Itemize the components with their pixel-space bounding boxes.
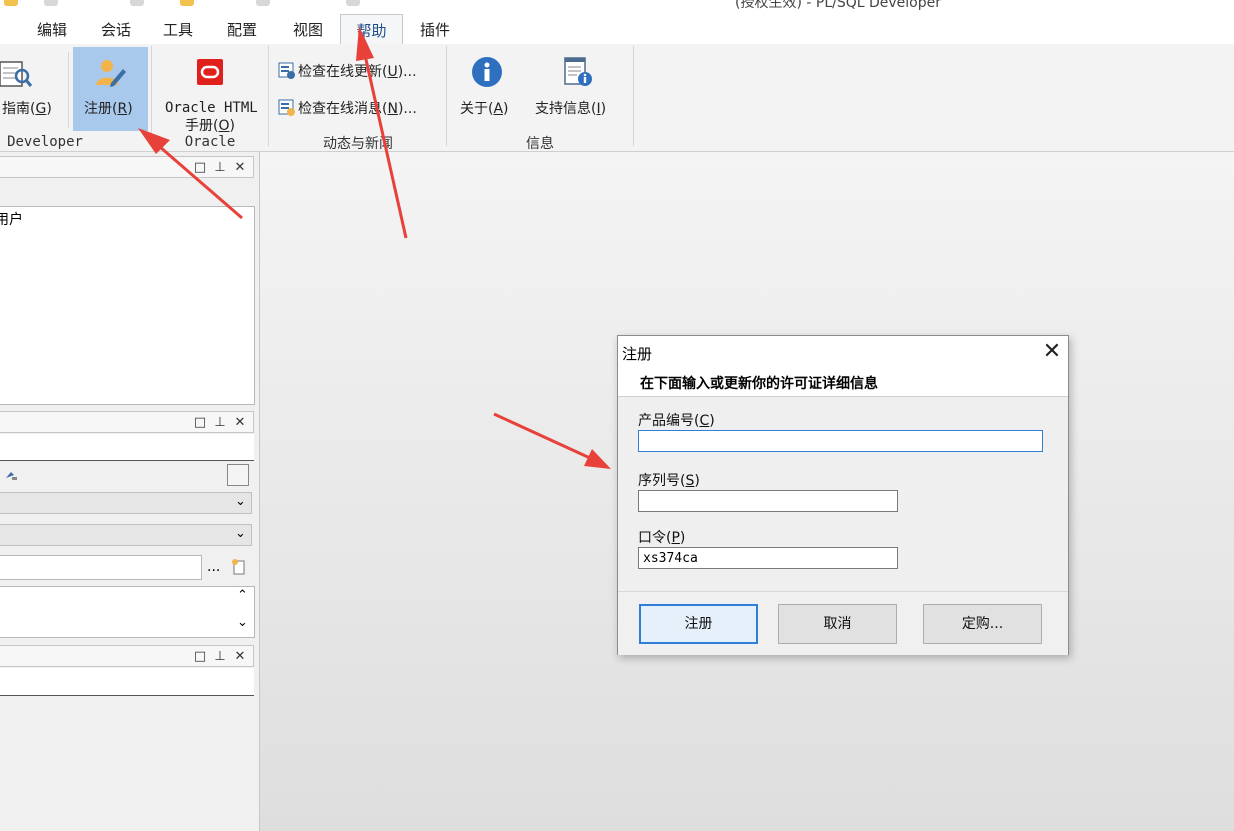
serial-number-input[interactable]: [638, 490, 898, 512]
oracle-html-manual-button[interactable]: Oracle HTML 手册(O): [160, 48, 260, 134]
close-icon[interactable]: ✕: [1038, 338, 1066, 366]
new-file-icon[interactable]: [231, 559, 247, 575]
about-label: 关于(A): [460, 101, 509, 117]
menu-bar: 编辑 会话 工具 配置 视图 帮助 插件: [0, 14, 1234, 45]
guide-button[interactable]: [0, 56, 34, 96]
news-icon: [278, 99, 295, 116]
user-edit-icon: [96, 60, 126, 87]
save-icon[interactable]: [44, 0, 58, 6]
tree-item-users[interactable]: 用户: [0, 209, 23, 229]
oracle-html-label-1: Oracle HTML: [165, 100, 258, 116]
chevron-down-icon: ⌄: [235, 526, 246, 541]
pane-header-3: □ ⊥ ✕: [0, 645, 254, 667]
dialog-header: 在下面输入或更新你的许可证详细信息: [618, 368, 1068, 397]
scroll-up-icon[interactable]: ⌃: [237, 588, 248, 603]
maximize-icon[interactable]: □: [193, 160, 207, 175]
product-number-label: 产品编号(C): [638, 413, 715, 429]
pane-header-1: □ ⊥ ✕: [0, 156, 254, 178]
support-document-icon: [564, 57, 592, 86]
register-label: 注册(R): [84, 101, 133, 117]
product-number-input[interactable]: [638, 430, 1043, 452]
undo-icon[interactable]: [130, 0, 144, 6]
password-input[interactable]: [638, 547, 898, 569]
tab-config[interactable]: 配置: [214, 14, 270, 44]
separator: [268, 46, 269, 146]
maximize-icon[interactable]: □: [193, 649, 207, 664]
pane-2-input[interactable]: [0, 434, 254, 461]
title-bar: (授权生效) - PL/SQL Developer: [0, 0, 1234, 14]
filter-combo-1[interactable]: ⌄: [0, 492, 252, 514]
separator: [68, 52, 69, 128]
folder-icon[interactable]: [4, 0, 18, 6]
color-button[interactable]: [227, 464, 249, 486]
about-button[interactable]: 关于(A): [455, 52, 517, 122]
dialog-subtitle: 在下面输入或更新你的许可证详细信息: [640, 376, 878, 392]
tab-edit[interactable]: 编辑: [24, 14, 80, 44]
guide-label[interactable]: 指南(G): [2, 98, 52, 118]
separator: [151, 46, 152, 146]
support-info-label: 支持信息(I): [535, 101, 607, 117]
support-info-button[interactable]: 支持信息(I): [530, 52, 622, 122]
pin-icon[interactable]: ⊥: [213, 649, 227, 664]
left-dock-panel: □ ⊥ ✕ 用户 □ ⊥ ✕ ⌄ ⌄ ... ⌃ ⌄ □ ⊥ ✕: [0, 152, 260, 831]
dialog-footer: 注册 取消 定购...: [618, 591, 1068, 655]
scroll-down-icon[interactable]: ⌄: [237, 615, 248, 630]
register-button[interactable]: 注册(R): [73, 47, 148, 131]
ribbon: 指南(G) 注册(R) Developer Oracle HTML 手册(O) …: [0, 44, 1234, 152]
group-label-info: 信息: [526, 136, 554, 152]
pin-icon[interactable]: ⊥: [213, 415, 227, 430]
pane-header-2: □ ⊥ ✕: [0, 411, 254, 433]
update-icon: [278, 62, 295, 79]
check-news-label: 检查在线消息(N)...: [298, 101, 417, 117]
tab-view[interactable]: 视图: [278, 14, 338, 44]
tab-session[interactable]: 会话: [88, 14, 144, 44]
group-label-news: 动态与新闻: [323, 136, 393, 152]
pin-icon[interactable]: ⊥: [213, 160, 227, 175]
browse-button[interactable]: ...: [207, 559, 220, 575]
pane-3-input[interactable]: [0, 668, 254, 696]
oracle-icon: [197, 59, 223, 85]
toolbar-icon[interactable]: [256, 0, 270, 6]
window-title: (授权生效) - PL/SQL Developer: [735, 0, 941, 11]
maximize-icon[interactable]: □: [193, 415, 207, 430]
password-label: 口令(P): [638, 530, 686, 546]
open-icon[interactable]: [180, 0, 194, 6]
dialog-titlebar[interactable]: 注册 ✕: [618, 336, 1068, 368]
close-icon[interactable]: ✕: [233, 160, 247, 175]
dialog-title: 注册: [622, 345, 653, 363]
close-icon[interactable]: ✕: [233, 415, 247, 430]
register-submit-button[interactable]: 注册: [639, 604, 758, 644]
book-icon: [0, 61, 33, 87]
separator: [633, 46, 634, 146]
group-label-oracle: Oracle: [184, 134, 236, 150]
more-icon[interactable]: [346, 0, 360, 6]
close-icon[interactable]: ✕: [233, 649, 247, 664]
group-label-developer: Developer: [7, 134, 83, 150]
filter-combo-2[interactable]: ⌄: [0, 524, 252, 546]
tab-tools[interactable]: 工具: [150, 14, 206, 44]
chevron-down-icon: ⌄: [235, 494, 246, 509]
serial-number-label: 序列号(S): [638, 473, 700, 489]
separator: [446, 46, 447, 146]
object-tree[interactable]: 用户: [0, 206, 255, 405]
tab-plugins[interactable]: 插件: [406, 14, 464, 44]
oracle-html-label-2: 手册(O): [185, 118, 235, 134]
order-button[interactable]: 定购...: [923, 604, 1042, 644]
register-dialog: 注册 ✕ 在下面输入或更新你的许可证详细信息 产品编号(C) 序列号(S) 口令…: [617, 335, 1069, 655]
tab-help[interactable]: 帮助: [340, 14, 403, 45]
cancel-button[interactable]: 取消: [778, 604, 897, 644]
path-input[interactable]: [0, 555, 202, 580]
info-icon: [472, 57, 502, 87]
search-icon[interactable]: [4, 468, 18, 482]
check-updates-label: 检查在线更新(U)...: [298, 64, 417, 80]
text-list[interactable]: ⌃ ⌄: [0, 586, 255, 638]
